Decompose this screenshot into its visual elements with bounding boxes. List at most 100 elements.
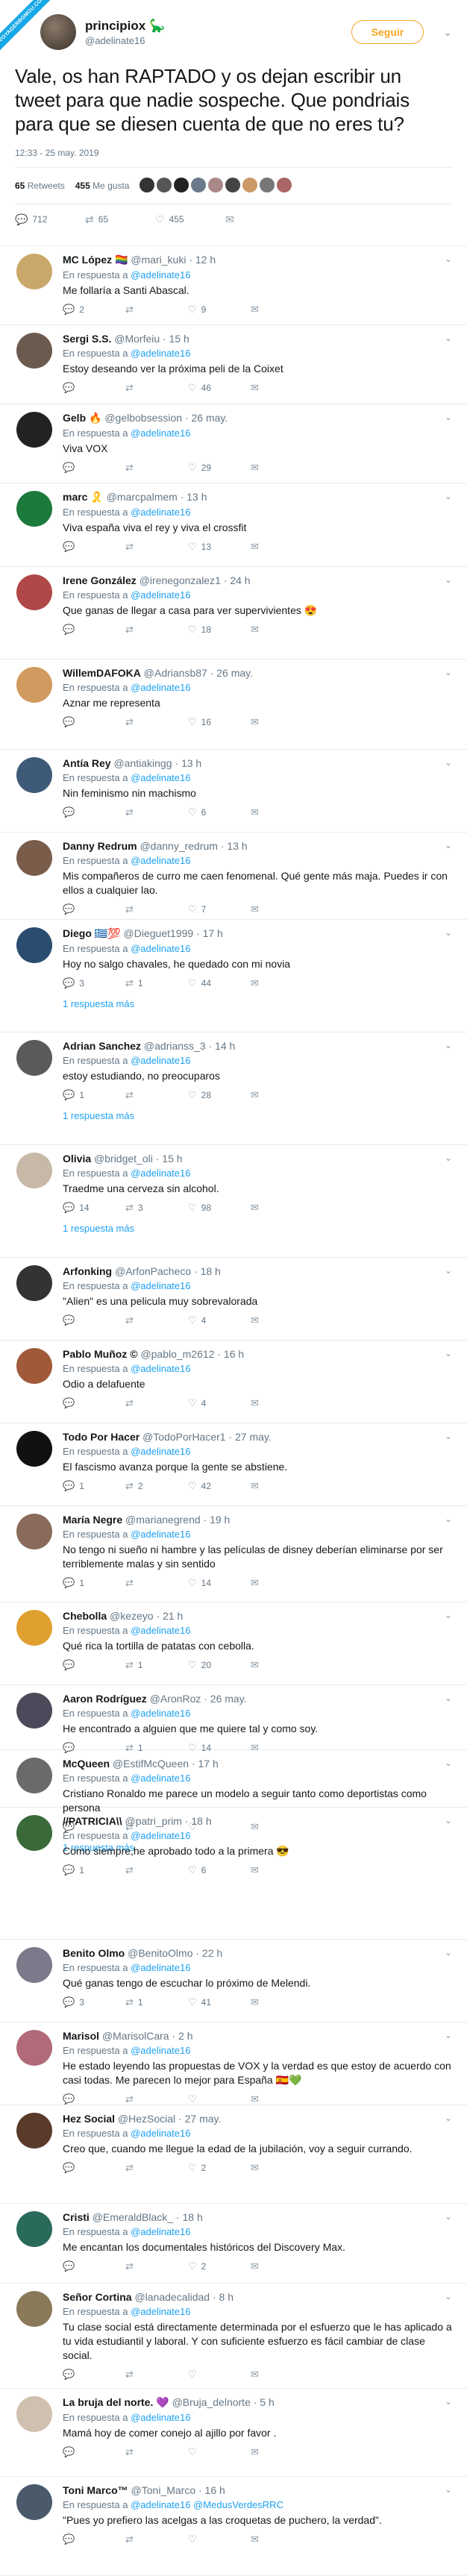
- message-button[interactable]: ✉: [251, 2093, 313, 2105]
- chevron-down-icon[interactable]: ⌄: [445, 1348, 452, 1358]
- chevron-down-icon[interactable]: ⌄: [445, 574, 452, 585]
- author-handle[interactable]: @BenitoOlmo · 22 h: [128, 1947, 222, 1959]
- like-button[interactable]: ♡ 18: [188, 624, 251, 636]
- message-button[interactable]: ✉: [251, 716, 313, 728]
- message-button[interactable]: ✉: [251, 2533, 313, 2545]
- reply-button[interactable]: 💬 712: [15, 213, 85, 226]
- author-name[interactable]: Olivia: [63, 1153, 91, 1165]
- author-name[interactable]: Chebolla: [63, 1610, 107, 1622]
- reply-tweet[interactable]: Benito Olmo @BenitoOlmo · 22 h ⌄ En resp…: [0, 1940, 467, 2022]
- reply-to-link[interactable]: @adelinate16: [131, 2128, 190, 2139]
- chevron-down-icon[interactable]: ⌄: [445, 2291, 452, 2301]
- retweet-button[interactable]: ⇄ 1: [125, 1996, 188, 2008]
- author-handle[interactable]: @gelbobsession · 26 may.: [104, 412, 228, 424]
- avatar[interactable]: [16, 757, 52, 793]
- author-name[interactable]: Señor Cortina: [63, 2291, 132, 2303]
- reply-tweet[interactable]: Cristi @EmeraldBlack_ · 18 h ⌄ En respue…: [0, 2204, 467, 2284]
- chevron-down-icon[interactable]: ⌄: [445, 1815, 452, 1826]
- like-button[interactable]: ♡: [188, 2369, 251, 2381]
- author-handle[interactable]: @Toni_Marco · 16 h: [131, 2484, 225, 2496]
- message-button[interactable]: ✉: [251, 2162, 313, 2174]
- like-button[interactable]: ♡ 455: [155, 213, 225, 226]
- message-button[interactable]: ✉: [251, 541, 313, 553]
- reply-to-link[interactable]: @adelinate16: [131, 1280, 190, 1291]
- chevron-down-icon[interactable]: ⌄: [445, 254, 452, 264]
- reply-to-link[interactable]: @adelinate16: [131, 1708, 190, 1719]
- avatar[interactable]: [16, 840, 52, 876]
- reply-to-link[interactable]: @adelinate16: [131, 427, 190, 439]
- reply-button[interactable]: 💬 3: [63, 1996, 125, 2008]
- reply-button[interactable]: 💬: [63, 2093, 125, 2105]
- reply-tweet[interactable]: Diego 🇬🇷💯 @Dieguet1999 · 17 h ⌄ En respu…: [0, 920, 467, 1032]
- reply-tweet[interactable]: Antía Rey @antiakingg · 13 h ⌄ En respue…: [0, 750, 467, 833]
- reply-to-link[interactable]: @adelinate16: [131, 1529, 190, 1540]
- reply-to-link[interactable]: @adelinate16: [131, 589, 190, 601]
- reply-tweet[interactable]: MC López 🏳️‍🌈 @mari_kuki · 12 h ⌄ En res…: [0, 246, 467, 325]
- like-button[interactable]: ♡ 20: [188, 1659, 251, 1671]
- like-button[interactable]: ♡ 46: [188, 382, 251, 394]
- reply-button[interactable]: 💬 1: [63, 1480, 125, 1492]
- author-handle[interactable]: @adrianss_3 · 14 h: [144, 1040, 235, 1052]
- reply-tweet[interactable]: Arfonking @ArfonPacheco · 18 h ⌄ En resp…: [0, 1258, 467, 1341]
- reply-tweet[interactable]: Chebolla @kezeyo · 21 h ⌄ En respuesta a…: [0, 1602, 467, 1685]
- more-replies-link[interactable]: 1 respuesta más: [63, 1223, 452, 1234]
- reply-tweet[interactable]: Gelb 🔥 @gelbobsession · 26 may. ⌄ En res…: [0, 404, 467, 483]
- like-button[interactable]: ♡ 4: [188, 1397, 251, 1409]
- retweet-button[interactable]: ⇄: [125, 2446, 188, 2458]
- author-handle[interactable]: @patri_prim · 18 h: [125, 1815, 211, 1827]
- reply-button[interactable]: 💬 2: [63, 304, 125, 316]
- like-button[interactable]: ♡ 2: [188, 2260, 251, 2272]
- reply-button[interactable]: 💬: [63, 2533, 125, 2545]
- avatar[interactable]: [16, 2030, 52, 2066]
- reply-tweet[interactable]: Pablo Muñoz © @pablo_m2612 · 16 h ⌄ En r…: [0, 1341, 467, 1423]
- reply-button[interactable]: 💬: [63, 462, 125, 474]
- reply-button[interactable]: 💬 3: [63, 977, 125, 989]
- reply-tweet[interactable]: Adrian Sanchez @adrianss_3 · 14 h ⌄ En r…: [0, 1032, 467, 1145]
- message-button[interactable]: ✉: [251, 1397, 313, 1409]
- reply-button[interactable]: 💬 14: [63, 1202, 125, 1214]
- chevron-down-icon[interactable]: ⌄: [445, 333, 452, 343]
- avatar[interactable]: [16, 574, 52, 610]
- retweet-button[interactable]: ⇄: [125, 2533, 188, 2545]
- message-button[interactable]: ✉: [251, 462, 313, 474]
- avatar[interactable]: [16, 2484, 52, 2520]
- chevron-down-icon[interactable]: ⌄: [445, 927, 452, 938]
- chevron-down-icon[interactable]: ⌄: [445, 2030, 452, 2040]
- reply-to-link[interactable]: @adelinate16: [131, 772, 190, 783]
- retweet-button[interactable]: ⇄: [125, 462, 188, 474]
- message-button[interactable]: ✉: [251, 304, 313, 316]
- reply-button[interactable]: 💬 1: [63, 1864, 125, 1876]
- author-name[interactable]: MC López 🏳️‍🌈: [63, 254, 128, 266]
- reply-to-link[interactable]: @adelinate16: [131, 269, 190, 281]
- avatar[interactable]: [16, 1153, 52, 1188]
- message-button[interactable]: ✉: [251, 903, 313, 915]
- reply-to-link[interactable]: @adelinate16: [131, 2045, 190, 2056]
- author-name[interactable]: Irene González: [63, 574, 137, 586]
- message-button[interactable]: ✉: [251, 1480, 313, 1492]
- likes-stat[interactable]: 455 Me gusta: [75, 181, 130, 191]
- reply-tweet[interactable]: Aaron Rodríguez @AronRoz · 26 may. ⌄ En …: [0, 1685, 467, 1753]
- author-handle[interactable]: @Bruja_delnorte · 5 h: [172, 2396, 275, 2408]
- avatar[interactable]: [16, 2291, 52, 2327]
- author-name[interactable]: Cristi: [63, 2211, 90, 2223]
- reply-tweet[interactable]: Marisol @MarisolCara · 2 h ⌄ En respuest…: [0, 2022, 467, 2105]
- reply-to-link[interactable]: @adelinate16: [131, 1830, 190, 1841]
- like-button[interactable]: ♡ 28: [188, 1089, 251, 1101]
- reply-to-link[interactable]: @adelinate16: [131, 1773, 190, 1784]
- reply-tweet[interactable]: Sergi S.S. @Morfeiu · 15 h ⌄ En respuest…: [0, 325, 467, 404]
- author-name[interactable]: Arfonking: [63, 1265, 112, 1277]
- author-name[interactable]: marc 🎗️: [63, 491, 104, 503]
- author-handle[interactable]: @mari_kuki · 12 h: [131, 254, 216, 266]
- retweet-button[interactable]: ⇄: [125, 1314, 188, 1326]
- message-button[interactable]: ✉: [251, 1659, 313, 1671]
- retweet-button[interactable]: ⇄: [125, 903, 188, 915]
- avatar[interactable]: [16, 1348, 52, 1384]
- chevron-down-icon[interactable]: ⌄: [445, 1947, 452, 1958]
- reply-button[interactable]: 💬: [63, 2162, 125, 2174]
- like-button[interactable]: ♡ 98: [188, 1202, 251, 1214]
- chevron-down-icon[interactable]: ⌄: [445, 2113, 452, 2123]
- message-button[interactable]: ✉: [251, 2369, 313, 2381]
- retweet-button[interactable]: ⇄ 3: [125, 1202, 188, 1214]
- chevron-down-icon[interactable]: ⌄: [445, 1693, 452, 1703]
- avatar[interactable]: [16, 1610, 52, 1646]
